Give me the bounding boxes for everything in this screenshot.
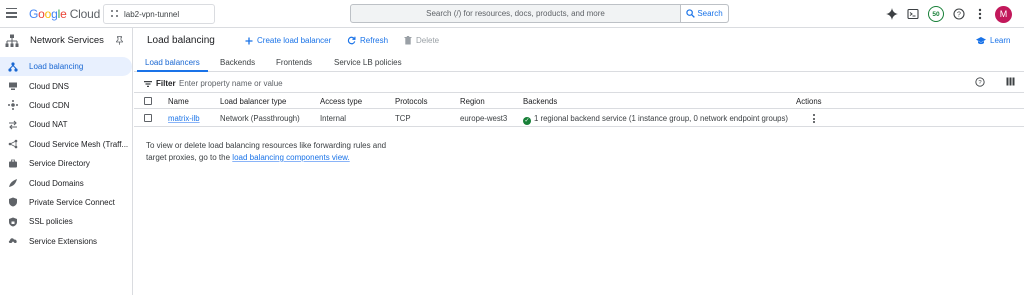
cell-protocols: TCP [395, 114, 411, 123]
filter-bar: Filter Enter property name or value ? [134, 72, 1024, 93]
sidebar-item-ssl-policies[interactable]: SSL policies [0, 212, 132, 231]
sidebar-header: Network Services [0, 28, 132, 53]
sidebar-item-service-extensions[interactable]: Service Extensions [0, 232, 132, 251]
svg-text:?: ? [957, 12, 961, 19]
search-icon [686, 9, 696, 18]
domains-icon [8, 178, 18, 188]
refresh-button[interactable]: Refresh [347, 36, 388, 45]
table-header: Name Load balancer type Access type Prot… [134, 94, 1024, 109]
sidebar-nav: Load balancing Cloud DNS Cloud CDN Cloud… [0, 57, 132, 251]
tab-bar: Load balancers Backends Frontends Servic… [134, 53, 1024, 72]
sidebar-item-cloud-service-mesh[interactable]: Cloud Service Mesh (Traff... [0, 135, 132, 154]
column-header-access[interactable]: Access type [320, 97, 362, 106]
dns-icon [8, 81, 18, 91]
page-toolbar: Load balancing Create load balancer Refr… [134, 28, 1024, 53]
help-icon[interactable]: ? [953, 8, 965, 20]
filter-icon [144, 80, 152, 87]
tab-backends[interactable]: Backends [220, 58, 255, 67]
sidebar-item-load-balancing[interactable]: Load balancing [0, 57, 132, 77]
search-button[interactable]: Search [680, 5, 728, 22]
load-balancers-table: Name Load balancer type Access type Prot… [134, 94, 1024, 127]
page-title: Load balancing [147, 35, 215, 46]
delete-button[interactable]: Delete [404, 36, 439, 45]
sidebar-item-service-directory[interactable]: Service Directory [0, 154, 132, 173]
project-picker[interactable]: lab2-vpn-tunnel [103, 4, 215, 24]
refresh-icon [347, 36, 356, 45]
load-balancer-name-link[interactable]: matrix-ilb [168, 114, 200, 123]
search-bar[interactable]: Search (/) for resources, docs, products… [350, 4, 729, 23]
trash-icon [404, 36, 412, 45]
network-services-icon [5, 34, 19, 47]
column-display-icon[interactable] [1006, 77, 1015, 88]
cell-access: Internal [320, 114, 347, 123]
create-load-balancer-button[interactable]: Create load balancer [245, 36, 331, 45]
select-all-checkbox[interactable] [144, 97, 152, 105]
tab-load-balancers[interactable]: Load balancers [145, 58, 200, 67]
sidebar-item-cloud-cdn[interactable]: Cloud CDN [0, 96, 132, 115]
main-content: Load balancing Create load balancer Refr… [134, 28, 1024, 295]
sidebar-title: Network Services [30, 35, 104, 46]
nat-icon [8, 120, 18, 130]
gemini-icon[interactable] [886, 8, 898, 20]
main-menu-icon[interactable] [6, 8, 17, 18]
more-options-icon[interactable] [974, 8, 986, 20]
avatar[interactable]: M [995, 5, 1012, 23]
column-header-region[interactable]: Region [460, 97, 485, 106]
filter-label: Filter [144, 79, 176, 88]
private-service-connect-icon [8, 197, 18, 207]
components-info-text: To view or delete load balancing resourc… [146, 141, 387, 162]
column-header-type[interactable]: Load balancer type [220, 97, 286, 106]
sidebar-item-cloud-dns[interactable]: Cloud DNS [0, 76, 132, 95]
cell-region: europe-west3 [460, 114, 508, 123]
cdn-icon [8, 100, 18, 111]
cell-backends: ✓ 1 regional backend service (1 instance … [523, 114, 788, 125]
table-row: matrix-ilb Network (Passthrough) Interna… [134, 109, 1024, 127]
add-icon [245, 37, 253, 44]
check-circle-icon: ✓ [523, 117, 531, 125]
top-app-bar: Google Cloud lab2-vpn-tunnel Search (/) … [0, 0, 1024, 28]
load-balancing-icon [8, 62, 18, 72]
column-header-actions: Actions [796, 97, 822, 106]
table-help-icon[interactable]: ? [975, 77, 985, 89]
project-icon [111, 10, 119, 18]
pin-icon[interactable] [116, 36, 123, 45]
tab-service-lb-policies[interactable]: Service LB policies [334, 58, 402, 67]
sidebar-item-cloud-nat[interactable]: Cloud NAT [0, 115, 132, 134]
column-header-protocols[interactable]: Protocols [395, 97, 428, 106]
filter-input[interactable]: Enter property name or value [179, 79, 283, 88]
row-actions-menu-icon[interactable] [813, 114, 816, 125]
learn-button[interactable]: Learn [976, 36, 1010, 45]
sidebar-item-private-service-connect[interactable]: Private Service Connect [0, 193, 132, 212]
sidebar-item-cloud-domains[interactable]: Cloud Domains [0, 173, 132, 192]
ssl-policy-icon [8, 217, 18, 227]
column-header-name[interactable]: Name [168, 97, 189, 106]
column-header-backends[interactable]: Backends [523, 97, 557, 106]
school-icon [976, 36, 986, 44]
sidebar: Network Services Load balancing Cloud DN… [0, 28, 133, 295]
row-checkbox[interactable] [144, 114, 152, 122]
tab-frontends[interactable]: Frontends [276, 58, 312, 67]
cell-type: Network (Passthrough) [220, 114, 300, 123]
search-input[interactable]: Search (/) for resources, docs, products… [351, 5, 680, 22]
project-name: lab2-vpn-tunnel [124, 9, 180, 19]
credits-badge[interactable]: 50 [928, 6, 944, 22]
components-view-link[interactable]: load balancing components view. [232, 153, 349, 162]
cloud-shell-icon[interactable] [907, 8, 919, 20]
service-extensions-icon [8, 236, 18, 246]
top-actions: 50 ? M [886, 4, 1012, 24]
google-cloud-logo[interactable]: Google Cloud [29, 7, 100, 21]
service-mesh-icon [8, 139, 18, 149]
service-directory-icon [8, 159, 18, 169]
